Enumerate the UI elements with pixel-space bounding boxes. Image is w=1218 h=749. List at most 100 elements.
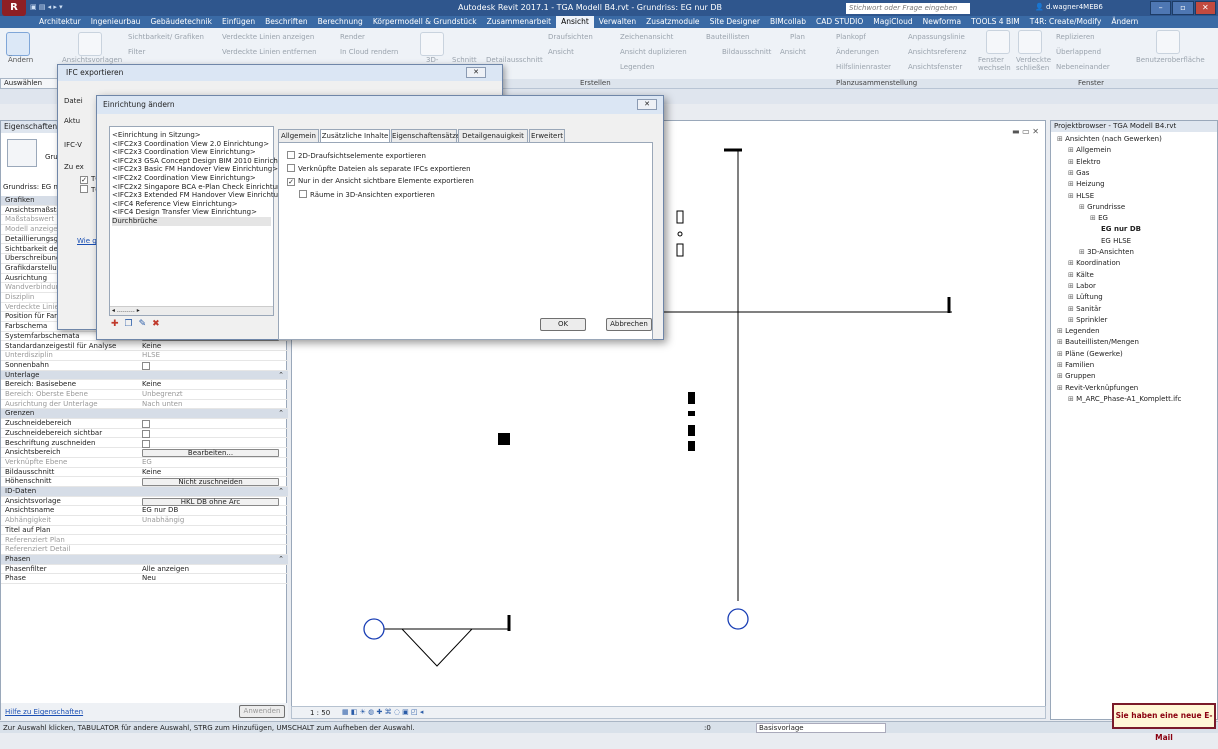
ribbon-cloud-render[interactable]: In Cloud rendern bbox=[340, 48, 398, 56]
ribbon-tab[interactable]: T4R: Create/Modify bbox=[1025, 16, 1107, 28]
ribbon-filter[interactable]: Filter bbox=[128, 48, 145, 56]
tree-expander-icon[interactable]: ⊞ bbox=[1068, 305, 1076, 313]
ribbon-schedules[interactable]: Bauteillisten bbox=[706, 33, 750, 41]
checkbox-icon[interactable] bbox=[299, 190, 307, 198]
view-control-icons[interactable]: ▦ ◧ ☀ ◍ ✚ ⌘ ◌ ▣ ◰ ◂ bbox=[342, 708, 423, 716]
browser-node[interactable]: ⊞ Sanitär bbox=[1068, 305, 1101, 314]
quick-access-toolbar[interactable]: ▣ ▤ ◂ ▸ ▾ bbox=[30, 3, 90, 13]
property-checkbox[interactable] bbox=[142, 439, 150, 448]
browser-node[interactable]: ⊞ Gas bbox=[1068, 169, 1089, 178]
new-setup-icon[interactable]: ✚ bbox=[111, 319, 125, 329]
ribbon-remove-hidden-lines[interactable]: Verdeckte Linien entfernen bbox=[222, 48, 317, 56]
user-name[interactable]: 👤 d.wagner4MEB6 bbox=[1035, 3, 1103, 11]
property-group[interactable]: Phasen ⌃ bbox=[1, 554, 288, 565]
setup-tab[interactable]: Eigenschaftensätze bbox=[391, 129, 460, 142]
ribbon-tab[interactable]: Beschriften bbox=[260, 16, 313, 28]
cancel-button[interactable]: Abbrechen bbox=[606, 318, 652, 331]
ribbon-cascade[interactable]: Überlappend bbox=[1056, 48, 1101, 56]
setup-list-item[interactable]: <IFC4 Reference View Einrichtung> bbox=[112, 200, 238, 209]
property-button[interactable]: HKL DB ohne Arc bbox=[142, 497, 279, 506]
maximize-icon[interactable]: ▫ bbox=[1172, 1, 1194, 15]
ribbon-tab[interactable]: CAD STUDIO bbox=[811, 16, 868, 28]
property-value[interactable]: EG bbox=[142, 458, 282, 468]
property-value[interactable]: Keine bbox=[142, 342, 282, 352]
option-checkbox[interactable]: Verknüpfte Dateien als separate IFCs exp… bbox=[287, 164, 471, 174]
browser-node[interactable]: ⊞ Revit-Verknüpfungen bbox=[1057, 384, 1138, 393]
properties-help-link[interactable]: Hilfe zu Eigenschaften bbox=[5, 708, 83, 716]
close-hidden-icon[interactable] bbox=[1018, 30, 1042, 54]
ribbon-duplicate-view[interactable]: Ansicht duplizieren bbox=[620, 48, 687, 56]
setup-list-item[interactable]: <IFC2x3 Coordination View 2.0 Einrichtun… bbox=[112, 140, 269, 149]
user-interface-icon[interactable] bbox=[1156, 30, 1180, 54]
setup-tab[interactable]: Allgemein bbox=[278, 129, 319, 142]
minimize-icon[interactable]: – bbox=[1150, 1, 1172, 15]
close-icon[interactable]: ✕ bbox=[637, 99, 657, 110]
tree-expander-icon[interactable]: ⊞ bbox=[1057, 338, 1065, 346]
ribbon-3d[interactable]: 3D- bbox=[426, 56, 438, 64]
tree-expander-icon[interactable]: ⊞ bbox=[1068, 395, 1076, 403]
tree-expander-icon[interactable]: ⊞ bbox=[1090, 214, 1098, 222]
tree-expander-icon[interactable]: ⊞ bbox=[1068, 169, 1076, 177]
app-menu-button[interactable]: R bbox=[2, 0, 26, 16]
browser-node[interactable]: ⊞ Allgemein bbox=[1068, 146, 1111, 155]
property-value[interactable]: EG nur DB bbox=[142, 506, 282, 516]
tree-expander-icon[interactable]: ⊞ bbox=[1079, 203, 1087, 211]
collapse-icon[interactable]: ⌃ bbox=[278, 409, 284, 419]
browser-node[interactable]: ⊞ Lüftung bbox=[1068, 293, 1103, 302]
instance-filter[interactable]: Grundriss: EG nur bbox=[3, 183, 65, 191]
setup-list-item[interactable]: <IFC2x3 Basic FM Handover View Einrichtu… bbox=[112, 165, 278, 174]
browser-node[interactable]: ⊞ Sprinkler bbox=[1068, 316, 1107, 325]
ribbon-tab[interactable]: Ansicht bbox=[556, 16, 594, 28]
view-scale[interactable]: 1 : 50 bbox=[310, 709, 330, 717]
tree-expander-icon[interactable]: ⊞ bbox=[1068, 146, 1076, 154]
property-value[interactable]: Keine bbox=[142, 380, 282, 390]
ribbon-tab[interactable]: Ändern bbox=[1106, 16, 1143, 28]
ribbon-tab[interactable]: Berechnung bbox=[313, 16, 368, 28]
browser-node[interactable]: ⊞ Legenden bbox=[1057, 327, 1100, 336]
ribbon-view-reference[interactable]: Ansichtsreferenz bbox=[908, 48, 966, 56]
property-value[interactable]: HLSE bbox=[142, 351, 282, 361]
tree-expander-icon[interactable]: ⊞ bbox=[1079, 248, 1087, 256]
ribbon-tab[interactable]: Ingenieurbau bbox=[86, 16, 146, 28]
browser-node[interactable]: ⊞ M_ARC_Phase-A1_Komplett.ifc bbox=[1068, 395, 1181, 404]
browser-node[interactable]: ⊞ Ansichten (nach Gewerken) bbox=[1057, 135, 1162, 144]
ok-button[interactable]: OK bbox=[540, 318, 586, 331]
tree-expander-icon[interactable]: ⊞ bbox=[1068, 259, 1076, 267]
tree-expander-icon[interactable]: ⊞ bbox=[1057, 384, 1065, 392]
ribbon-close-hidden[interactable]: Verdeckte schließen bbox=[1016, 56, 1051, 72]
ribbon-user-interface[interactable]: Benutzeroberfläche bbox=[1136, 56, 1205, 64]
option-checkbox[interactable]: Räume in 3D-Ansichten exportieren bbox=[299, 190, 435, 200]
ribbon-tab[interactable]: TOOLS 4 BIM bbox=[966, 16, 1025, 28]
setup-list-scrollbar[interactable]: ◂ ……… ▸ bbox=[110, 306, 273, 315]
setup-tab[interactable]: Zusätzliche Inhalte bbox=[320, 129, 390, 143]
tree-expander-icon[interactable]: ⊞ bbox=[1057, 372, 1065, 380]
tree-expander-icon[interactable]: ⊞ bbox=[1057, 327, 1065, 335]
ribbon-viewports[interactable]: Ansichtsfenster bbox=[908, 63, 962, 71]
tree-expander-icon[interactable]: ⊞ bbox=[1068, 192, 1076, 200]
search-input[interactable]: Stichwort oder Frage eingeben bbox=[846, 3, 970, 14]
ribbon-tab[interactable]: Zusatzmodule bbox=[641, 16, 704, 28]
browser-node[interactable]: ⊞ Gruppen bbox=[1057, 372, 1095, 381]
ribbon-guide-grid[interactable]: Hilfslinienraster bbox=[836, 63, 891, 71]
ribbon-view-templates[interactable]: Ansichtsvorlagen bbox=[62, 56, 122, 64]
collapse-icon[interactable]: ⌃ bbox=[278, 555, 284, 565]
view-templates-icon[interactable] bbox=[78, 32, 102, 56]
delete-setup-icon[interactable]: ✖ bbox=[152, 319, 166, 329]
ribbon-visibility[interactable]: Sichtbarkeit/ Grafiken bbox=[128, 33, 204, 41]
property-checkbox[interactable] bbox=[142, 420, 150, 429]
property-value[interactable]: Alle anzeigen bbox=[142, 565, 282, 575]
3d-view-icon[interactable] bbox=[420, 32, 444, 56]
tree-expander-icon[interactable]: ⊞ bbox=[1068, 316, 1076, 324]
tree-expander-icon[interactable]: ⊞ bbox=[1068, 293, 1076, 301]
tree-expander-icon[interactable]: ⊞ bbox=[1057, 135, 1065, 143]
property-group[interactable]: Unterlage ⌃ bbox=[1, 370, 288, 381]
option-checkbox[interactable]: ✓ Nur in der Ansicht sichtbare Elemente e… bbox=[287, 177, 474, 186]
ribbon-tab[interactable]: Körpermodell & Grundstück bbox=[368, 16, 482, 28]
checkbox-icon[interactable] bbox=[287, 151, 295, 159]
property-button[interactable]: Nicht zuschneiden bbox=[142, 478, 279, 487]
property-value[interactable]: Unbegrenzt bbox=[142, 390, 282, 400]
ribbon-section[interactable]: Schnitt bbox=[452, 56, 477, 64]
tree-expander-icon[interactable]: ⊞ bbox=[1068, 271, 1076, 279]
tree-expander-icon[interactable]: ⊞ bbox=[1068, 158, 1076, 166]
browser-node[interactable]: EG HLSE bbox=[1101, 237, 1131, 246]
